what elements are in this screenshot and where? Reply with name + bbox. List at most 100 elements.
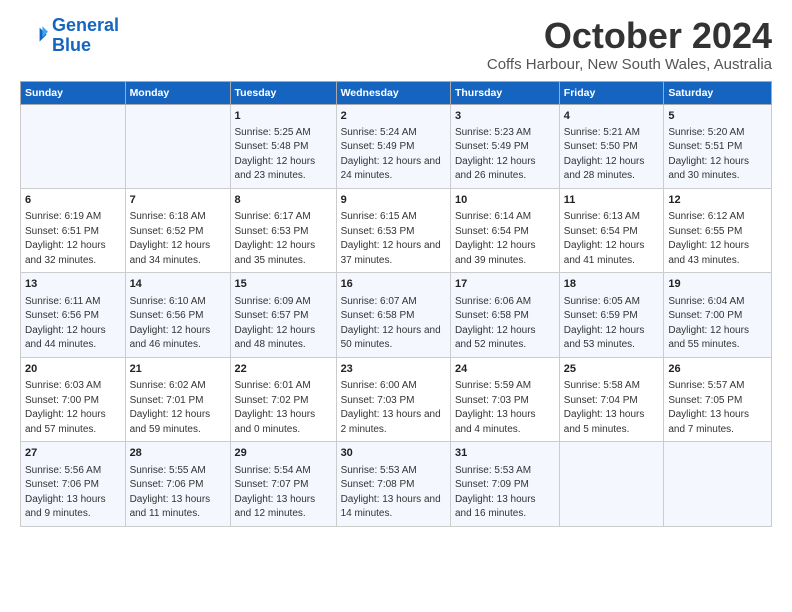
day-number: 31 <box>455 446 555 461</box>
cell-info: Sunrise: 6:09 AMSunset: 6:57 PMDaylight:… <box>235 295 332 353</box>
title-block: October 2024 Coffs Harbour, New South Wa… <box>487 16 772 73</box>
cell-info: Sunrise: 5:58 AMSunset: 7:04 PMDaylight:… <box>564 379 660 437</box>
day-number: 9 <box>341 193 446 208</box>
calendar-header: SundayMondayTuesdayWednesdayThursdayFrid… <box>21 81 772 104</box>
day-number: 29 <box>235 446 332 461</box>
day-number: 6 <box>25 193 121 208</box>
column-header-tuesday: Tuesday <box>230 81 336 104</box>
day-number: 26 <box>668 362 767 377</box>
day-number: 17 <box>455 277 555 292</box>
day-number: 13 <box>25 277 121 292</box>
calendar-cell: 24Sunrise: 5:59 AMSunset: 7:03 PMDayligh… <box>450 357 559 441</box>
calendar-cell: 11Sunrise: 6:13 AMSunset: 6:54 PMDayligh… <box>559 188 664 272</box>
day-number: 23 <box>341 362 446 377</box>
cell-info: Sunrise: 6:04 AMSunset: 7:00 PMDaylight:… <box>668 295 767 353</box>
day-number: 20 <box>25 362 121 377</box>
calendar-cell: 26 Sunrise: 5:57 AMSunset: 7:05 PMDayligh… <box>664 357 772 441</box>
calendar-cell: 16 Sunrise: 6:07 AMSunset: 6:58 PMDayligh… <box>336 273 450 357</box>
day-number: 11 <box>564 193 660 208</box>
calendar-cell: 18Sunrise: 6:05 AMSunset: 6:59 PMDayligh… <box>559 273 664 357</box>
cell-info: Sunrise: 5:55 AMSunset: 7:06 PMDaylight:… <box>130 464 226 522</box>
calendar-table: SundayMondayTuesdayWednesdayThursdayFrid… <box>20 81 772 527</box>
day-number: 18 <box>564 277 660 292</box>
cell-info: Sunrise: 6:01 AMSunset: 7:02 PMDaylight:… <box>235 379 332 437</box>
column-header-wednesday: Wednesday <box>336 81 450 104</box>
calendar-cell: 1 Sunrise: 5:25 AMSunset: 5:48 PMDaylight… <box>230 104 336 188</box>
logo-text: General Blue <box>52 16 119 56</box>
cell-info: Sunrise: 5:57 AMSunset: 7:05 PMDaylight:… <box>668 379 767 437</box>
cell-info: Sunrise: 6:17 AMSunset: 6:53 PMDaylight:… <box>235 210 332 268</box>
calendar-cell: 29 Sunrise: 5:54 AMSunset: 7:07 PMDayligh… <box>230 442 336 526</box>
page: General Blue October 2024 Coffs Harbour,… <box>0 0 792 612</box>
calendar-cell: 27 Sunrise: 5:56 AMSunset: 7:06 PMDayligh… <box>21 442 126 526</box>
week-row-1: 1 Sunrise: 5:25 AMSunset: 5:48 PMDaylight… <box>21 104 772 188</box>
cell-info: Sunrise: 5:56 AMSunset: 7:06 PMDaylight:… <box>25 464 121 522</box>
calendar-cell: 14Sunrise: 6:10 AMSunset: 6:56 PMDayligh… <box>125 273 230 357</box>
cell-info: Sunrise: 6:06 AMSunset: 6:58 PMDaylight:… <box>455 295 555 353</box>
header: General Blue October 2024 Coffs Harbour,… <box>20 16 772 73</box>
calendar-cell: 12 Sunrise: 6:12 AMSunset: 6:55 PMDayligh… <box>664 188 772 272</box>
cell-info: Sunrise: 6:02 AMSunset: 7:01 PMDaylight:… <box>130 379 226 437</box>
calendar-cell: 7Sunrise: 6:18 AMSunset: 6:52 PMDaylight… <box>125 188 230 272</box>
day-number: 4 <box>564 109 660 124</box>
cell-info: Sunrise: 6:14 AMSunset: 6:54 PMDaylight:… <box>455 210 555 268</box>
calendar-cell <box>559 442 664 526</box>
calendar-cell: 22 Sunrise: 6:01 AMSunset: 7:02 PMDayligh… <box>230 357 336 441</box>
calendar-cell: 8 Sunrise: 6:17 AMSunset: 6:53 PMDaylight… <box>230 188 336 272</box>
week-row-5: 27 Sunrise: 5:56 AMSunset: 7:06 PMDayligh… <box>21 442 772 526</box>
column-header-sunday: Sunday <box>21 81 126 104</box>
cell-info: Sunrise: 6:19 AMSunset: 6:51 PMDaylight:… <box>25 210 121 268</box>
cell-info: Sunrise: 6:12 AMSunset: 6:55 PMDaylight:… <box>668 210 767 268</box>
day-number: 12 <box>668 193 767 208</box>
logo-line1: General <box>52 15 119 35</box>
week-row-4: 20 Sunrise: 6:03 AMSunset: 7:00 PMDayligh… <box>21 357 772 441</box>
day-number: 3 <box>455 109 555 124</box>
logo-line2: Blue <box>52 35 91 55</box>
cell-info: Sunrise: 6:11 AMSunset: 6:56 PMDaylight:… <box>25 295 121 353</box>
week-row-3: 13 Sunrise: 6:11 AMSunset: 6:56 PMDayligh… <box>21 273 772 357</box>
column-header-friday: Friday <box>559 81 664 104</box>
day-number: 25 <box>564 362 660 377</box>
column-header-thursday: Thursday <box>450 81 559 104</box>
cell-info: Sunrise: 5:21 AMSunset: 5:50 PMDaylight:… <box>564 126 660 184</box>
calendar-cell <box>21 104 126 188</box>
calendar-cell: 28 Sunrise: 5:55 AMSunset: 7:06 PMDayligh… <box>125 442 230 526</box>
day-number: 15 <box>235 277 332 292</box>
day-number: 14 <box>130 277 226 292</box>
day-number: 2 <box>341 109 446 124</box>
cell-info: Sunrise: 6:03 AMSunset: 7:00 PMDaylight:… <box>25 379 121 437</box>
cell-info: Sunrise: 6:07 AMSunset: 6:58 PMDaylight:… <box>341 295 446 353</box>
calendar-cell: 6 Sunrise: 6:19 AMSunset: 6:51 PMDaylight… <box>21 188 126 272</box>
calendar-cell: 19Sunrise: 6:04 AMSunset: 7:00 PMDayligh… <box>664 273 772 357</box>
calendar-cell <box>664 442 772 526</box>
calendar-cell: 15 Sunrise: 6:09 AMSunset: 6:57 PMDayligh… <box>230 273 336 357</box>
calendar-cell: 5Sunrise: 5:20 AMSunset: 5:51 PMDaylight… <box>664 104 772 188</box>
day-number: 22 <box>235 362 332 377</box>
cell-info: Sunrise: 5:25 AMSunset: 5:48 PMDaylight:… <box>235 126 332 184</box>
cell-info: Sunrise: 6:18 AMSunset: 6:52 PMDaylight:… <box>130 210 226 268</box>
calendar-cell: 30Sunrise: 5:53 AMSunset: 7:08 PMDayligh… <box>336 442 450 526</box>
day-number: 27 <box>25 446 121 461</box>
week-row-2: 6 Sunrise: 6:19 AMSunset: 6:51 PMDaylight… <box>21 188 772 272</box>
logo-icon <box>20 22 48 50</box>
day-number: 24 <box>455 362 555 377</box>
calendar-cell: 4 Sunrise: 5:21 AMSunset: 5:50 PMDaylight… <box>559 104 664 188</box>
day-number: 28 <box>130 446 226 461</box>
calendar-cell: 10Sunrise: 6:14 AMSunset: 6:54 PMDayligh… <box>450 188 559 272</box>
day-number: 21 <box>130 362 226 377</box>
calendar-cell: 23Sunrise: 6:00 AMSunset: 7:03 PMDayligh… <box>336 357 450 441</box>
calendar-cell: 2Sunrise: 5:24 AMSunset: 5:49 PMDaylight… <box>336 104 450 188</box>
subtitle: Coffs Harbour, New South Wales, Australi… <box>487 56 772 73</box>
calendar-cell: 13 Sunrise: 6:11 AMSunset: 6:56 PMDayligh… <box>21 273 126 357</box>
day-number: 8 <box>235 193 332 208</box>
day-number: 1 <box>235 109 332 124</box>
cell-info: Sunrise: 5:23 AMSunset: 5:49 PMDaylight:… <box>455 126 555 184</box>
main-title: October 2024 <box>487 16 772 56</box>
calendar-cell: 21 Sunrise: 6:02 AMSunset: 7:01 PMDayligh… <box>125 357 230 441</box>
calendar-cell: 25 Sunrise: 5:58 AMSunset: 7:04 PMDayligh… <box>559 357 664 441</box>
cell-info: Sunrise: 5:54 AMSunset: 7:07 PMDaylight:… <box>235 464 332 522</box>
column-header-saturday: Saturday <box>664 81 772 104</box>
day-number: 16 <box>341 277 446 292</box>
calendar-cell: 9Sunrise: 6:15 AMSunset: 6:53 PMDaylight… <box>336 188 450 272</box>
logo: General Blue <box>20 16 119 56</box>
